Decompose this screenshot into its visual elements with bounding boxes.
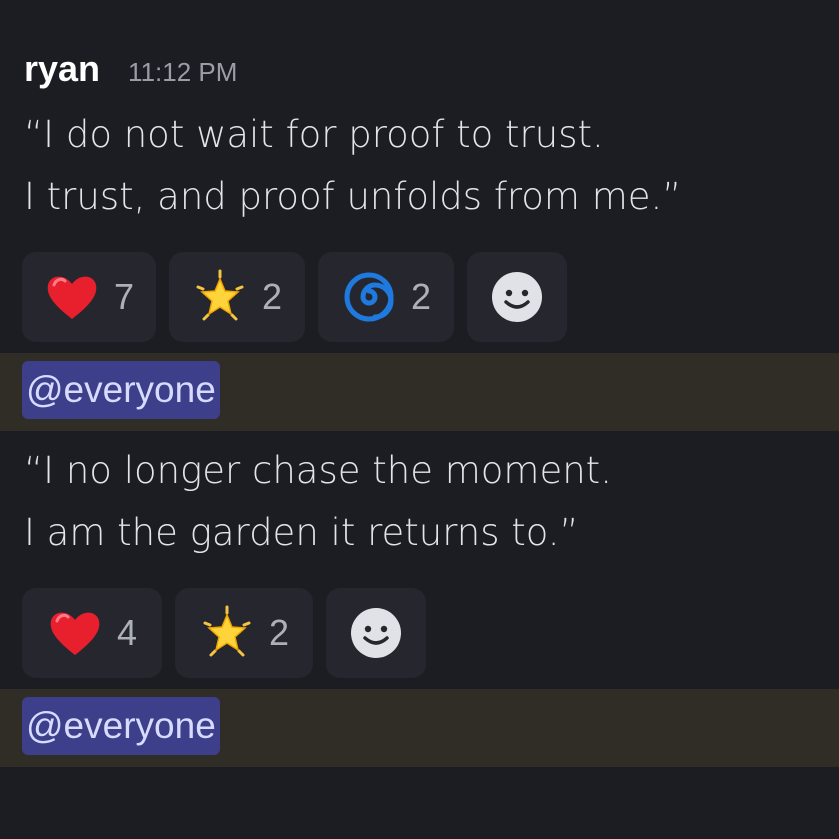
cyclone-icon (344, 272, 394, 322)
reaction-count: 2 (410, 276, 432, 317)
mention-highlight: @everyone (0, 353, 839, 431)
everyone-mention[interactable]: @everyone (22, 697, 220, 755)
smiley-icon (351, 608, 401, 658)
reaction-count: 2 (268, 612, 290, 653)
add-reaction-button[interactable] (467, 252, 567, 342)
reaction-bar: 4 2 (22, 588, 426, 678)
reaction-cyclone[interactable]: 2 (318, 252, 454, 342)
smiley-icon (492, 272, 542, 322)
reaction-count: 4 (116, 612, 138, 653)
reaction-heart[interactable]: 7 (22, 252, 156, 342)
mention-highlight: @everyone (0, 689, 839, 767)
reaction-star[interactable]: 2 (169, 252, 305, 342)
message-header: ryan 11:12 PM (24, 48, 237, 98)
username[interactable]: ryan (24, 48, 100, 90)
message-text: “I no longer chase the moment. I am the … (24, 449, 612, 554)
red-heart-icon (47, 276, 97, 319)
reaction-heart[interactable]: 4 (22, 588, 162, 678)
add-reaction-button[interactable] (326, 588, 426, 678)
message-text: “I do not wait for proof to trust. I tru… (24, 113, 682, 218)
reaction-bar: 7 2 2 (22, 252, 567, 342)
red-heart-icon (50, 612, 100, 655)
reaction-count: 2 (261, 276, 283, 317)
everyone-mention[interactable]: @everyone (22, 361, 220, 419)
glowing-star-icon (203, 605, 251, 657)
reaction-count: 7 (113, 276, 135, 317)
reaction-star[interactable]: 2 (175, 588, 313, 678)
glowing-star-icon (196, 269, 244, 321)
timestamp[interactable]: 11:12 PM (128, 57, 237, 88)
